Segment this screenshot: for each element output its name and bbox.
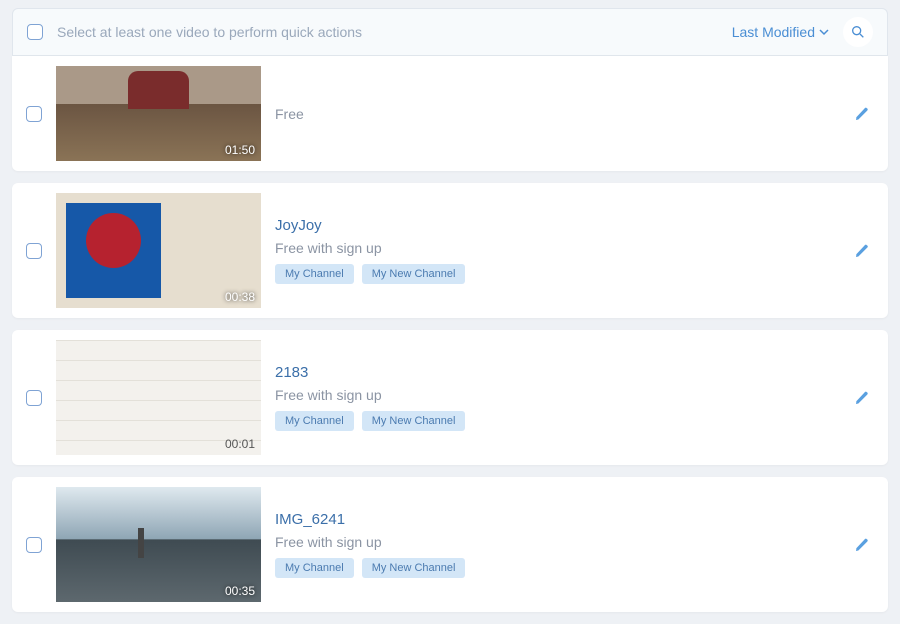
video-thumbnail[interactable]: 00:38 [56, 193, 261, 308]
video-access: Free with sign up [275, 240, 836, 256]
video-duration: 00:01 [225, 437, 255, 451]
video-channels: My Channel My New Channel [275, 411, 836, 431]
sort-label: Last Modified [732, 24, 815, 40]
channel-chip[interactable]: My New Channel [362, 264, 466, 284]
video-access: Free with sign up [275, 534, 836, 550]
video-info: IMG_6241 Free with sign up My Channel My… [275, 511, 836, 578]
video-card[interactable]: 01:50 Free [12, 56, 888, 171]
video-checkbox[interactable] [26, 106, 42, 122]
video-card[interactable]: 00:35 IMG_6241 Free with sign up My Chan… [12, 477, 888, 612]
edit-button[interactable] [850, 102, 874, 126]
header-hint: Select at least one video to perform qui… [57, 24, 718, 40]
video-duration: 00:35 [225, 584, 255, 598]
pencil-icon [854, 537, 870, 553]
video-thumbnail[interactable]: 00:01 [56, 340, 261, 455]
video-channels: My Channel My New Channel [275, 264, 836, 284]
search-icon [850, 24, 866, 40]
channel-chip[interactable]: My Channel [275, 264, 354, 284]
video-duration: 00:38 [225, 290, 255, 304]
video-title: IMG_6241 [275, 511, 836, 528]
video-thumbnail[interactable]: 00:35 [56, 487, 261, 602]
list-header: Select at least one video to perform qui… [12, 8, 888, 56]
pencil-icon [854, 106, 870, 122]
video-title: JoyJoy [275, 217, 836, 234]
video-access: Free [275, 106, 836, 122]
channel-chip[interactable]: My Channel [275, 558, 354, 578]
video-checkbox[interactable] [26, 243, 42, 259]
video-card[interactable]: 00:38 JoyJoy Free with sign up My Channe… [12, 183, 888, 318]
video-checkbox[interactable] [26, 537, 42, 553]
video-card[interactable]: 00:01 2183 Free with sign up My Channel … [12, 330, 888, 465]
video-duration: 01:50 [225, 143, 255, 157]
sort-dropdown[interactable]: Last Modified [732, 24, 829, 40]
video-list: 01:50 Free 00:38 JoyJoy Free with sign u… [0, 56, 900, 624]
video-checkbox[interactable] [26, 390, 42, 406]
pencil-icon [854, 243, 870, 259]
edit-button[interactable] [850, 533, 874, 557]
search-button[interactable] [843, 17, 873, 47]
chevron-down-icon [819, 24, 829, 40]
video-channels: My Channel My New Channel [275, 558, 836, 578]
edit-button[interactable] [850, 239, 874, 263]
channel-chip[interactable]: My Channel [275, 411, 354, 431]
edit-button[interactable] [850, 386, 874, 410]
video-info: Free [275, 106, 836, 122]
video-info: 2183 Free with sign up My Channel My New… [275, 364, 836, 431]
video-thumbnail[interactable]: 01:50 [56, 66, 261, 161]
channel-chip[interactable]: My New Channel [362, 411, 466, 431]
channel-chip[interactable]: My New Channel [362, 558, 466, 578]
select-all-checkbox[interactable] [27, 24, 43, 40]
video-info: JoyJoy Free with sign up My Channel My N… [275, 217, 836, 284]
video-access: Free with sign up [275, 387, 836, 403]
pencil-icon [854, 390, 870, 406]
video-title: 2183 [275, 364, 836, 381]
